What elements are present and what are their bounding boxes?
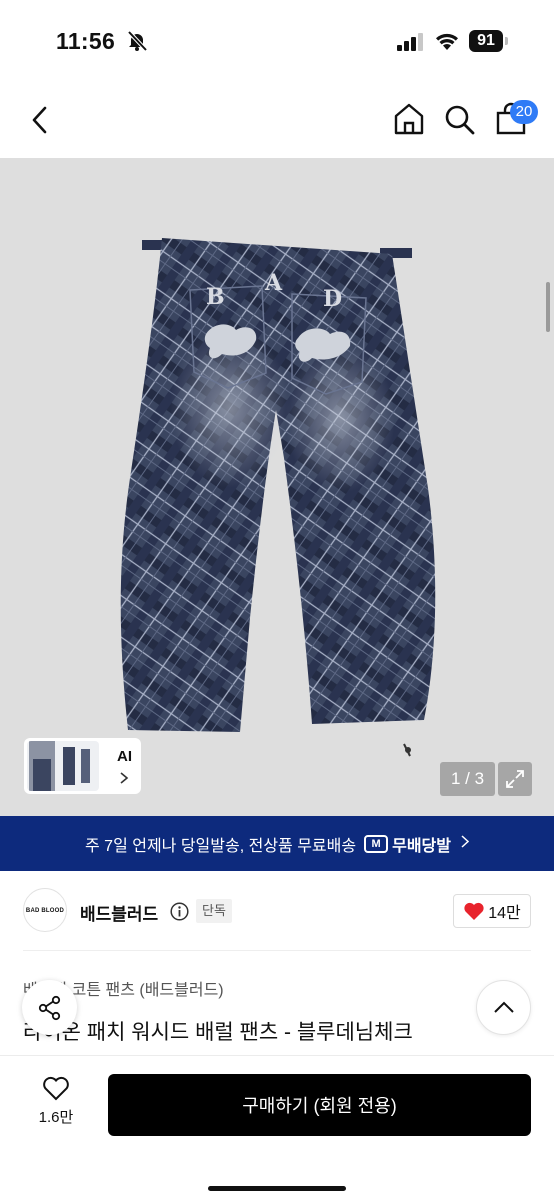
battery-level: 91 (469, 30, 503, 52)
image-page-indicator: 1 / 3 (440, 762, 495, 796)
brand-like-count: 14만 (488, 905, 521, 922)
free-shipping-label: 무배당발 (392, 837, 451, 855)
svg-text:B: B (206, 284, 225, 310)
chevron-up-icon (494, 1001, 514, 1013)
brand-logo[interactable]: BAD BLOOD (23, 888, 67, 932)
product-title: 라이온 패치 워시드 배럴 팬츠 - 블루데님체크 (23, 1021, 413, 1044)
page-scrollbar[interactable] (546, 282, 550, 332)
exclusive-badge: 단독 (196, 899, 232, 923)
product-image: B A D (120, 238, 436, 757)
home-indicator[interactable] (208, 1186, 346, 1191)
chevron-right-icon (119, 771, 129, 790)
wifi-icon (434, 31, 460, 56)
expand-button[interactable] (498, 762, 532, 796)
scroll-top-button[interactable] (476, 980, 531, 1035)
product-image-gallery[interactable]: B A D AI 1 / 3 (0, 158, 554, 816)
shipping-text: 주 7일 언제나 당일발송, 전상품 무료배송 (85, 837, 357, 855)
ai-style-card[interactable]: AI (24, 738, 141, 794)
wishlist-count: 1.6만 (38, 1109, 74, 1126)
svg-text:A: A (264, 270, 283, 296)
buy-button[interactable]: 구매하기 (회원 전용) (108, 1074, 531, 1136)
shipping-banner[interactable]: 주 7일 언제나 당일발송, 전상품 무료배송 M 무배당발 (0, 816, 554, 871)
share-icon (38, 995, 61, 1021)
truck-icon: M (364, 834, 389, 853)
divider (23, 950, 531, 951)
top-nav (0, 84, 554, 158)
ai-thumbnail (27, 741, 99, 791)
home-icon[interactable] (392, 102, 426, 141)
cart-count-badge: 20 (510, 100, 538, 124)
ai-label: AI (117, 748, 132, 765)
battery-tip (505, 37, 508, 45)
back-icon[interactable] (26, 104, 54, 141)
svg-text:D: D (323, 286, 342, 312)
status-bar: 11:56 91 (0, 0, 554, 84)
battery-icon: 91 (469, 30, 509, 52)
chevron-right-icon (461, 834, 470, 853)
expand-icon (506, 770, 524, 788)
brand-like-button[interactable]: 14만 (453, 894, 531, 928)
free-shipping-badge: M 무배당발 (364, 832, 451, 856)
status-time: 11:56 (56, 28, 116, 54)
heart-filled-icon (464, 902, 484, 920)
search-icon[interactable] (444, 104, 476, 141)
share-button[interactable] (22, 980, 77, 1035)
heart-outline-icon (43, 1076, 69, 1101)
bell-slash-icon (126, 30, 148, 57)
bottom-action-bar: 1.6만 구매하기 (회원 전용) (0, 1055, 554, 1200)
brand-name[interactable]: 배드블러드 (80, 900, 158, 925)
signal-icon (397, 33, 425, 56)
wishlist-button[interactable]: 1.6만 (26, 1074, 86, 1127)
info-icon[interactable] (170, 902, 189, 926)
